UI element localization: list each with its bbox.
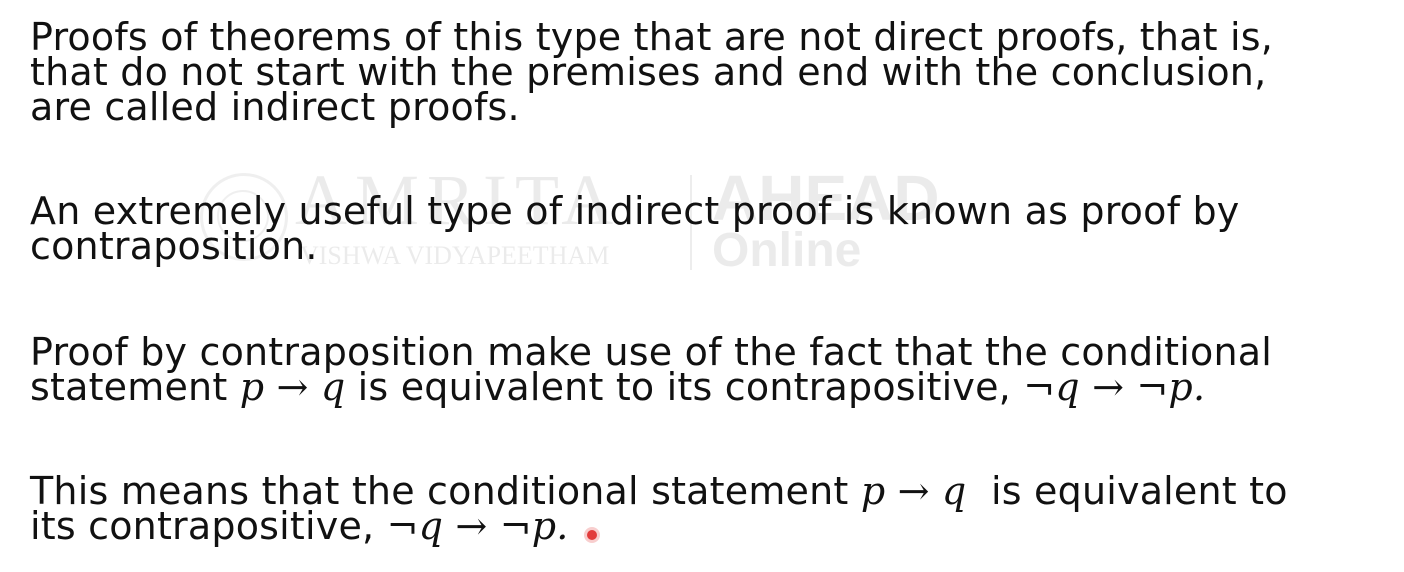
text-fragment: its contrapositive, bbox=[30, 504, 387, 548]
text-fragment: is equivalent to bbox=[966, 469, 1288, 513]
text-line: contraposition. bbox=[30, 224, 318, 268]
math-contrapositive: ¬q → ¬p. bbox=[1023, 365, 1206, 409]
text-line: statement p → q is equivalent to its con… bbox=[30, 368, 1320, 406]
math-conditional: p → q bbox=[860, 469, 967, 513]
text-line: its contrapositive, ¬q → ¬p. bbox=[30, 507, 1320, 545]
math-conditional: p → q bbox=[239, 365, 346, 409]
paragraph-equivalence: This means that the conditional statemen… bbox=[30, 472, 1320, 545]
paragraph-indirect-proofs: Proofs of theorems of this type that are… bbox=[30, 18, 1320, 129]
paragraph-contraposition-fact: Proof by contraposition make use of the … bbox=[30, 333, 1320, 406]
text-fragment: is equivalent to its contrapositive, bbox=[345, 365, 1024, 409]
text-line: are called indirect proofs. bbox=[30, 85, 520, 129]
slide: AMRITA VISHWA VIDYAPEETHAM AHEAD Online … bbox=[0, 0, 1404, 572]
math-contrapositive: ¬q → ¬p. bbox=[386, 504, 569, 548]
laser-pointer-dot bbox=[587, 530, 597, 540]
paragraph-contraposition-intro: An extremely useful type of indirect pro… bbox=[30, 192, 1320, 268]
text-fragment: statement bbox=[30, 365, 240, 409]
